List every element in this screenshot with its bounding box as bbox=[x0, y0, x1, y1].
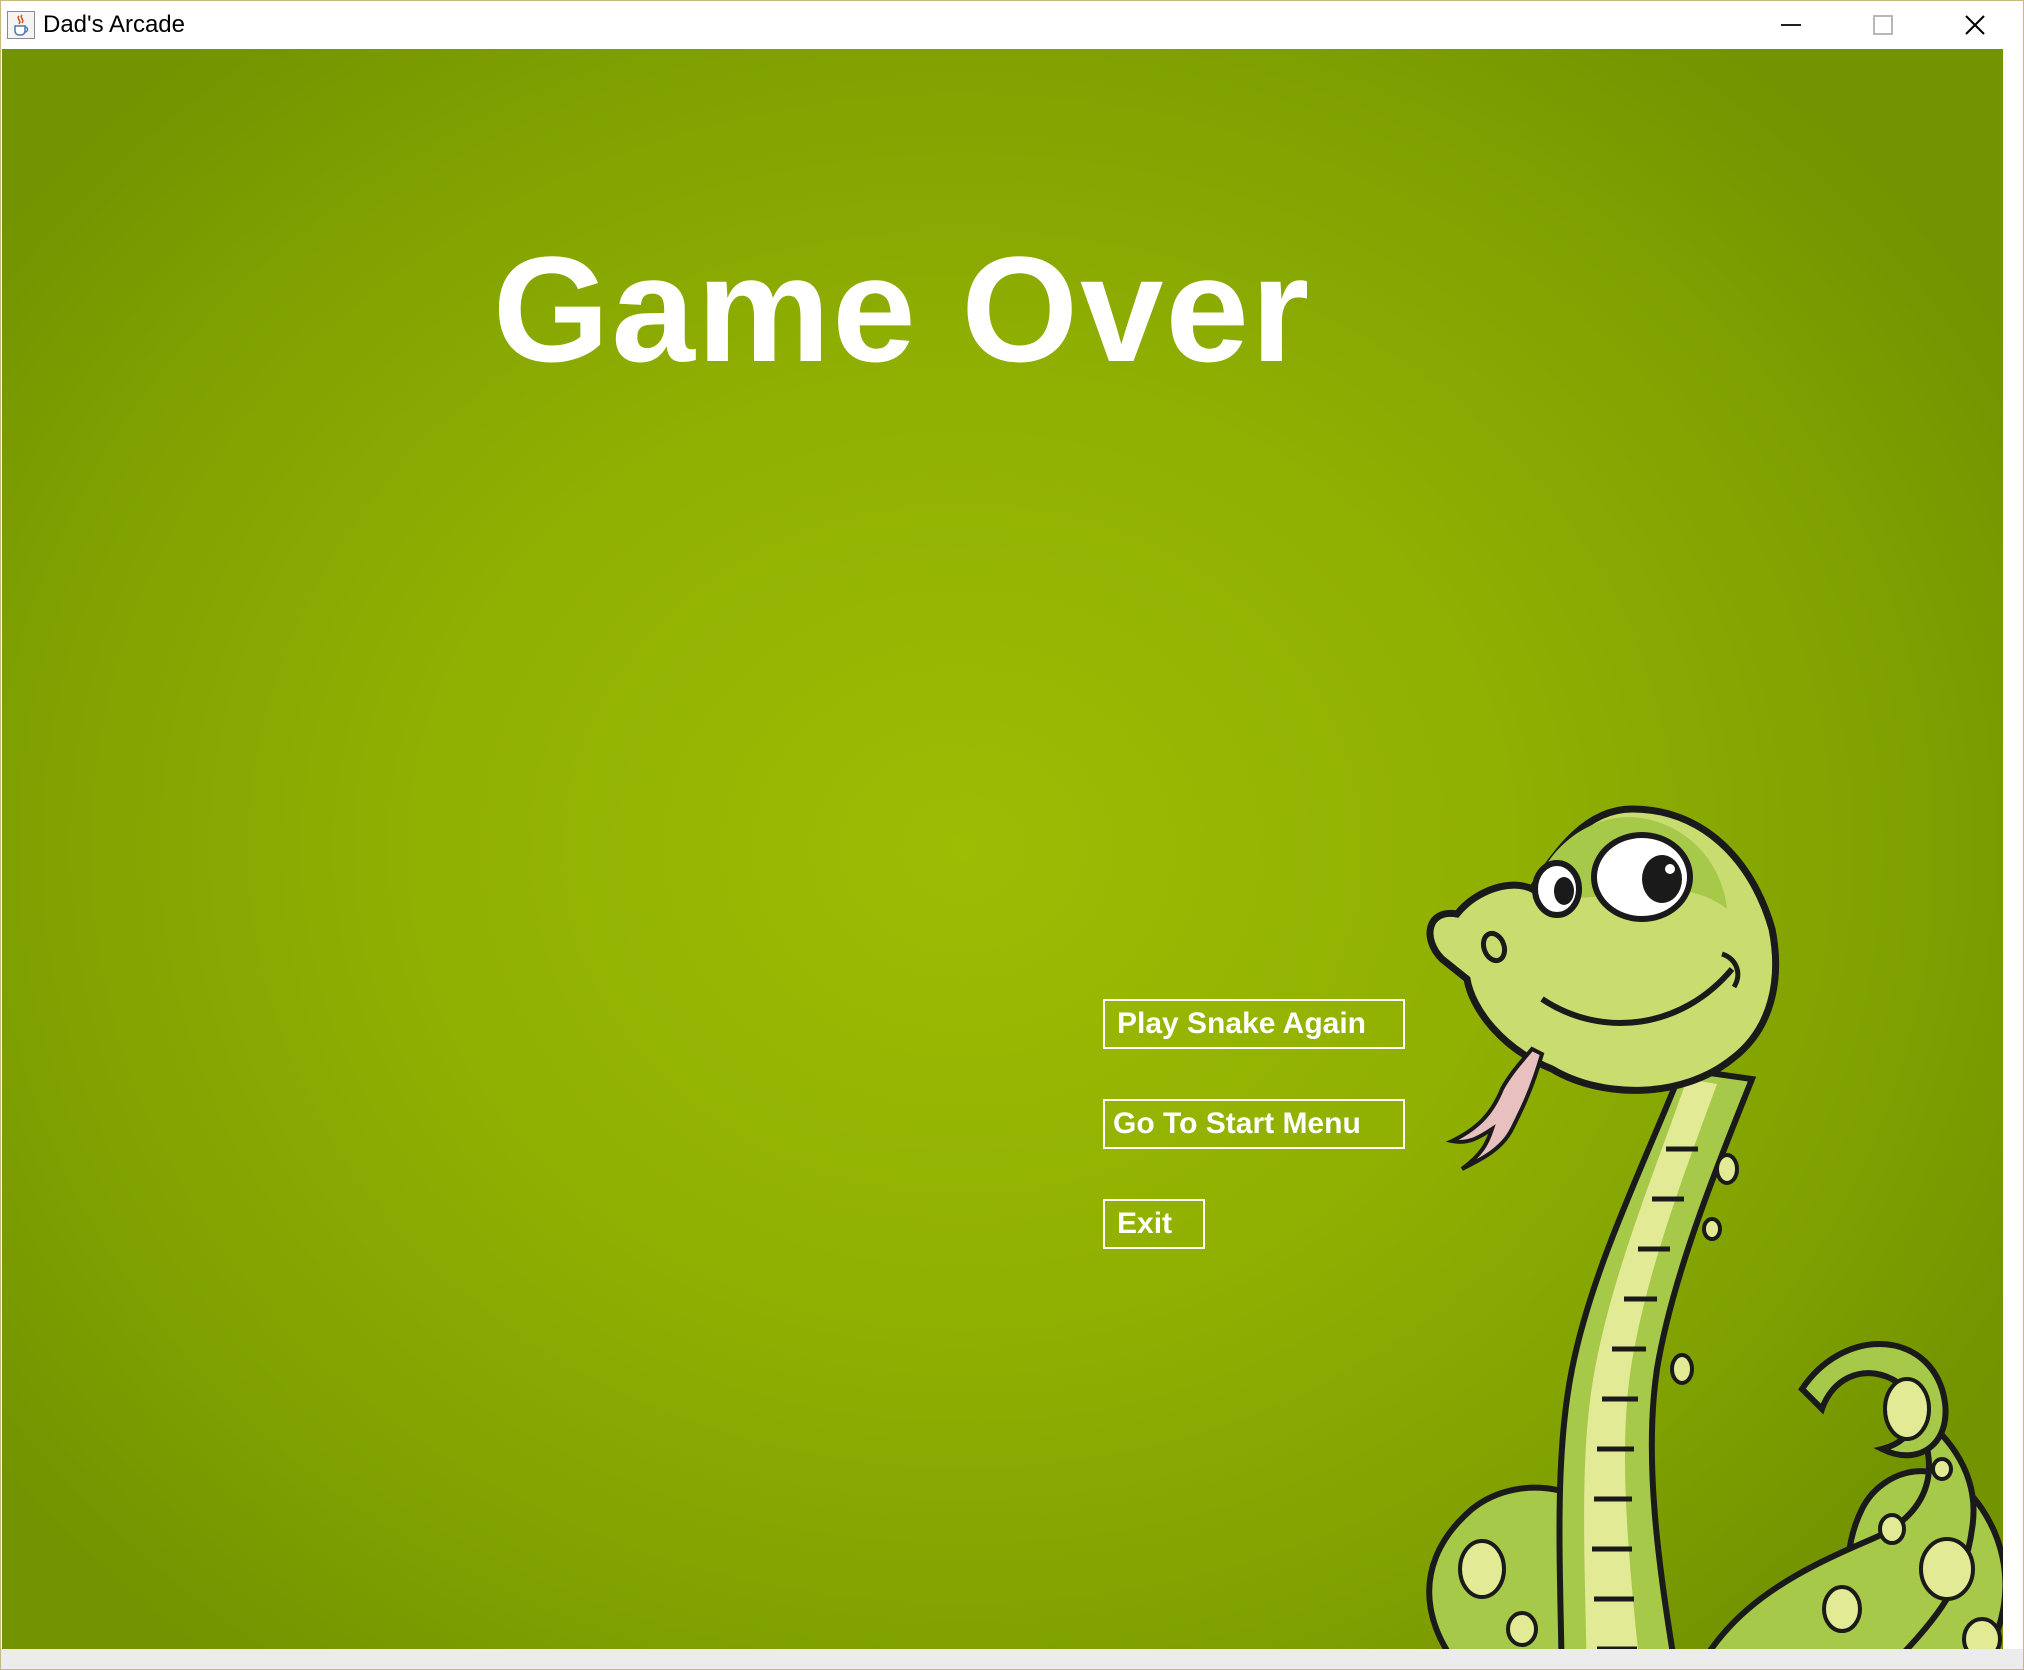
close-button[interactable] bbox=[1929, 1, 2021, 49]
window-title: Dad's Arcade bbox=[43, 11, 185, 38]
exit-button[interactable]: Exit bbox=[1103, 1199, 1205, 1249]
app-window: Dad's Arcade Game Over Play Snake Again … bbox=[0, 0, 2024, 1670]
cartoon-snake-illustration bbox=[1426, 805, 2003, 1649]
play-snake-again-button[interactable]: Play Snake Again bbox=[1103, 999, 1405, 1049]
java-cup-icon bbox=[7, 11, 35, 39]
go-to-start-menu-button[interactable]: Go To Start Menu bbox=[1103, 1099, 1405, 1149]
title-bar[interactable]: Dad's Arcade bbox=[1, 1, 2023, 49]
window-border-right bbox=[2003, 49, 2023, 1649]
game-over-screen: Game Over Play Snake Again Go To Start M… bbox=[2, 49, 2003, 1649]
window-border-bottom bbox=[1, 1649, 2023, 1669]
minimize-icon bbox=[1781, 24, 1801, 26]
game-over-heading: Game Over bbox=[492, 225, 1312, 393]
close-icon bbox=[1965, 15, 1985, 35]
minimize-button[interactable] bbox=[1745, 1, 1837, 49]
maximize-icon bbox=[1873, 15, 1893, 35]
maximize-button[interactable] bbox=[1837, 1, 1929, 49]
